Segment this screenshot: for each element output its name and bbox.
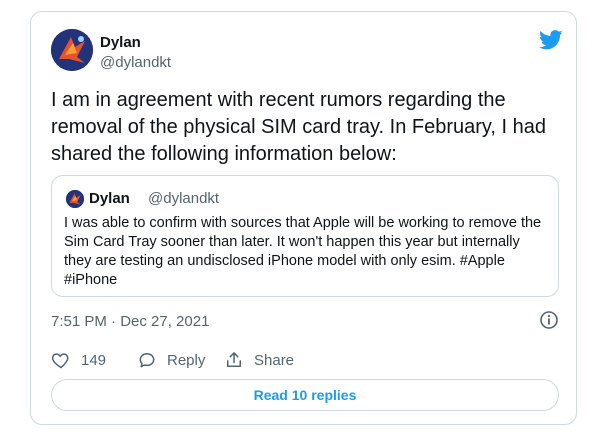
read-replies-button[interactable]: Read 10 replies [51,379,559,411]
quoted-author-handle: @dylandkt [148,190,220,207]
reply-label: Reply [167,351,206,369]
tweet-card[interactable]: Dylan @dylandkt I am in agreement with r… [30,11,577,425]
twitter-bird-icon[interactable] [539,30,563,50]
like-count: 149 [81,351,107,369]
tweet-text: I am in agreement with recent rumors reg… [51,89,547,165]
share-icon [227,352,241,367]
quoted-author-name: Dylan [89,190,130,207]
author-handle[interactable]: @dylandkt [100,54,171,71]
quoted-tweet[interactable]: Dylan @dylandkt I was able to confirm wi… [51,175,559,297]
tweet-timestamp[interactable]: 7:51 PM · Dec 27, 2021 [51,313,209,330]
share-label: Share [254,351,295,369]
info-icon[interactable] [539,310,559,330]
share-button[interactable]: Share [224,348,294,372]
like-button[interactable]: 149 [51,348,106,372]
avatar[interactable] [51,29,93,71]
quoted-tweet-text: I was able to confirm with sources that … [64,215,542,288]
author-name[interactable]: Dylan [100,34,141,51]
quoted-avatar [66,190,84,208]
heart-icon [51,353,69,369]
speech-bubble-icon [139,353,155,368]
reply-button[interactable]: Reply [137,348,205,372]
tweet-actions: 149 Reply Share [51,348,551,372]
